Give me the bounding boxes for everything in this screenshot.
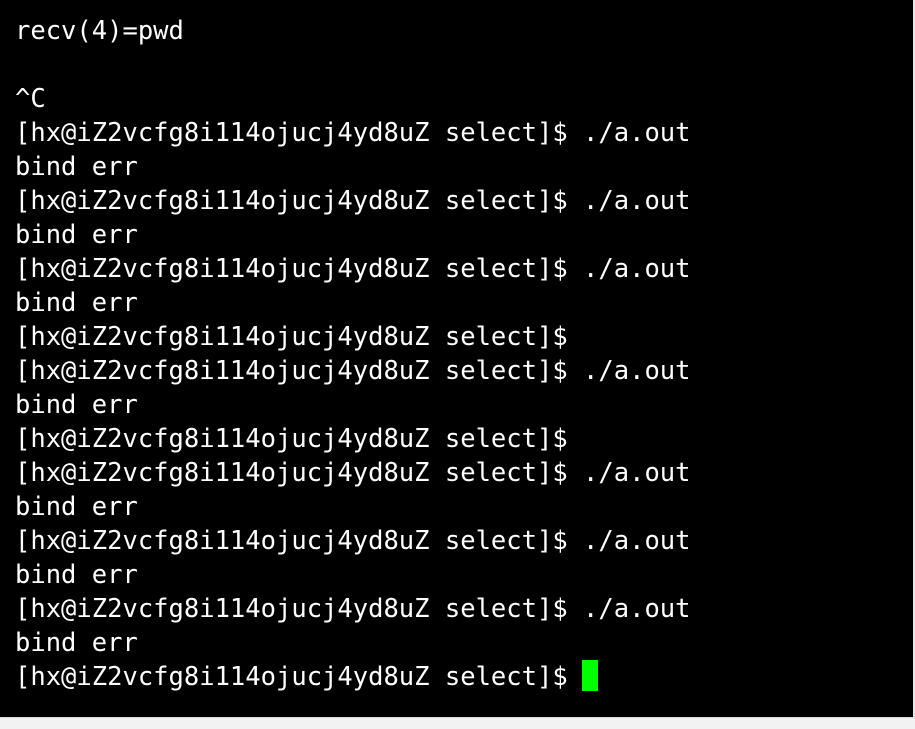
terminal-prompt: [hx@iZ2vcfg8i114ojucj4yd8uZ select]$ xyxy=(15,662,568,692)
terminal-line: [hx@iZ2vcfg8i114ojucj4yd8uZ select]$ ./a… xyxy=(15,594,691,624)
terminal-line: recv(4)=pwd xyxy=(15,16,184,46)
terminal-line: bind err xyxy=(15,288,138,318)
terminal-line: ^C xyxy=(15,84,46,114)
terminal-line: [hx@iZ2vcfg8i114ojucj4yd8uZ select]$ ./a… xyxy=(15,526,691,556)
terminal-line: bind err xyxy=(15,220,138,250)
terminal-output: recv(4)=pwd ^C [hx@iZ2vcfg8i114ojucj4yd8… xyxy=(15,14,691,694)
terminal-line: [hx@iZ2vcfg8i114ojucj4yd8uZ select]$ ./a… xyxy=(15,254,691,284)
terminal-line: bind err xyxy=(15,560,138,590)
window-bottom-edge xyxy=(0,717,915,729)
terminal-line: bind err xyxy=(15,628,138,658)
terminal-window[interactable]: recv(4)=pwd ^C [hx@iZ2vcfg8i114ojucj4yd8… xyxy=(0,0,913,717)
terminal-prompt-line[interactable]: [hx@iZ2vcfg8i114ojucj4yd8uZ select]$ xyxy=(15,660,691,694)
terminal-line: [hx@iZ2vcfg8i114ojucj4yd8uZ select]$ ./a… xyxy=(15,356,691,386)
terminal-line: [hx@iZ2vcfg8i114ojucj4yd8uZ select]$ ./a… xyxy=(15,458,691,488)
terminal-cursor[interactable] xyxy=(581,660,598,691)
terminal-line: [hx@iZ2vcfg8i114ojucj4yd8uZ select]$ ./a… xyxy=(15,118,691,148)
terminal-line: [hx@iZ2vcfg8i114ojucj4yd8uZ select]$ xyxy=(15,322,568,352)
terminal-line: [hx@iZ2vcfg8i114ojucj4yd8uZ select]$ ./a… xyxy=(15,186,691,216)
terminal-line: bind err xyxy=(15,152,138,182)
terminal-line: [hx@iZ2vcfg8i114ojucj4yd8uZ select]$ xyxy=(15,424,568,454)
terminal-line: bind err xyxy=(15,492,138,522)
terminal-line: bind err xyxy=(15,390,138,420)
